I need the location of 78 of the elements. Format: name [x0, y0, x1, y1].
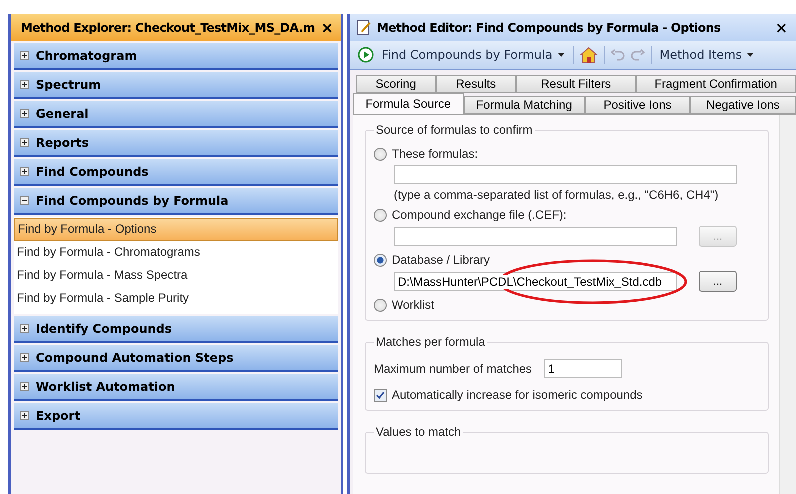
max-matches-field[interactable]: 1: [544, 359, 622, 378]
field-label: Maximum number of matches: [374, 362, 532, 376]
group-header[interactable]: Spectrum: [14, 72, 338, 99]
radio-button[interactable]: [374, 208, 387, 222]
group-header[interactable]: Reports: [14, 130, 338, 157]
tab[interactable]: Formula Matching: [464, 96, 585, 114]
group-legend: Matches per formula: [374, 335, 488, 349]
radio-option[interactable]: These formulas:: [374, 147, 760, 161]
play-icon[interactable]: [358, 47, 374, 63]
tree-item[interactable]: Find by Formula - Options: [14, 218, 338, 241]
tab[interactable]: Fragment Confirmation: [636, 75, 796, 93]
expand-icon: [20, 324, 29, 333]
group-label: Find Compounds by Formula: [36, 194, 229, 208]
radio-option[interactable]: Worklist: [374, 298, 760, 312]
path-value: D:\MassHunter\PCDL\Checkout_TestMix_Std.cdb: [398, 275, 662, 289]
group-header[interactable]: General: [14, 101, 338, 128]
expand-icon: [20, 382, 29, 391]
tree-item[interactable]: Find by Formula - Sample Purity: [14, 287, 338, 310]
group-label: General: [36, 106, 89, 120]
group-label: Reports: [36, 136, 90, 150]
caret-icon: [747, 53, 754, 57]
group-legend: Source of formulas to confirm: [374, 123, 535, 137]
radio-button[interactable]: [374, 298, 387, 312]
expand-icon: [20, 138, 29, 147]
group-header[interactable]: Find Compounds: [14, 159, 338, 186]
hint-text: (type a comma-separated list of formulas, e.g., "C6H6, CH4"): [393, 188, 720, 202]
tab[interactable]: Result Filters: [516, 75, 636, 93]
expand-icon: [20, 51, 29, 60]
caret-icon: [558, 53, 565, 57]
group-header[interactable]: Find Compounds by Formula: [14, 188, 338, 215]
expand-icon: [20, 167, 29, 176]
group-header[interactable]: Export: [14, 403, 338, 430]
expand-icon: [20, 411, 29, 420]
panel-title: Method Editor: Find Compounds by Formula - Options: [377, 20, 722, 34]
radio-button[interactable]: [374, 254, 387, 266]
browse-button[interactable]: ...: [699, 271, 737, 292]
tab[interactable]: Scoring: [356, 75, 436, 93]
tree-item[interactable]: Find by Formula - Mass Spectra: [14, 264, 338, 287]
close-button[interactable]: ×: [319, 18, 336, 36]
group-label: Chromatogram: [36, 48, 138, 62]
path-field[interactable]: D:\MassHunter\PCDL\Checkout_TestMix_Std.cdb: [394, 272, 677, 291]
expand-icon: [20, 80, 29, 89]
group-label: Identify Compounds: [36, 322, 172, 336]
method-items-dropdown[interactable]: Method Items: [658, 48, 756, 62]
close-button[interactable]: ×: [773, 18, 790, 36]
panel-title: Method Explorer: Checkout_TestMix_MS_DA.m: [21, 20, 316, 34]
tab[interactable]: Negative Ions: [690, 96, 796, 114]
checkbox-label: Automatically increase for isomeric compounds: [392, 388, 643, 402]
group-label: Export: [36, 408, 80, 422]
group-header[interactable]: Compound Automation Steps: [14, 345, 338, 372]
group-header[interactable]: Worklist Automation: [14, 374, 338, 401]
collapse-icon: [20, 196, 29, 205]
formulas-field[interactable]: [394, 165, 737, 184]
group-legend: Values to match: [374, 425, 464, 439]
radio-option[interactable]: Database / Library: [374, 253, 760, 267]
tab[interactable]: Positive Ions: [584, 96, 690, 114]
group-label: Worklist Automation: [36, 380, 176, 394]
group-label: Spectrum: [36, 78, 102, 92]
redo-icon[interactable]: [630, 49, 645, 61]
radio-button[interactable]: [374, 148, 387, 160]
group-header[interactable]: Chromatogram: [14, 43, 338, 70]
step-dropdown[interactable]: Find Compounds by Formula: [380, 48, 567, 62]
undo-icon[interactable]: [610, 49, 625, 61]
home-icon[interactable]: [580, 46, 598, 64]
path-field[interactable]: [394, 227, 677, 246]
tab[interactable]: Results: [436, 75, 516, 93]
group-label: Compound Automation Steps: [36, 350, 234, 364]
group-header[interactable]: Identify Compounds: [14, 316, 338, 343]
expand-icon: [20, 109, 29, 118]
tree-item[interactable]: Find by Formula - Chromatograms: [14, 241, 338, 264]
scrollbar[interactable]: [779, 115, 796, 494]
group-label: Find Compounds: [36, 164, 149, 178]
edit-document-icon: [356, 20, 372, 36]
expand-icon: [20, 353, 29, 362]
radio-option[interactable]: Compound exchange file (.CEF):: [374, 208, 760, 222]
checkbox[interactable]: [374, 388, 387, 402]
check-icon: [376, 390, 385, 400]
tab[interactable]: Formula Source: [353, 93, 464, 114]
